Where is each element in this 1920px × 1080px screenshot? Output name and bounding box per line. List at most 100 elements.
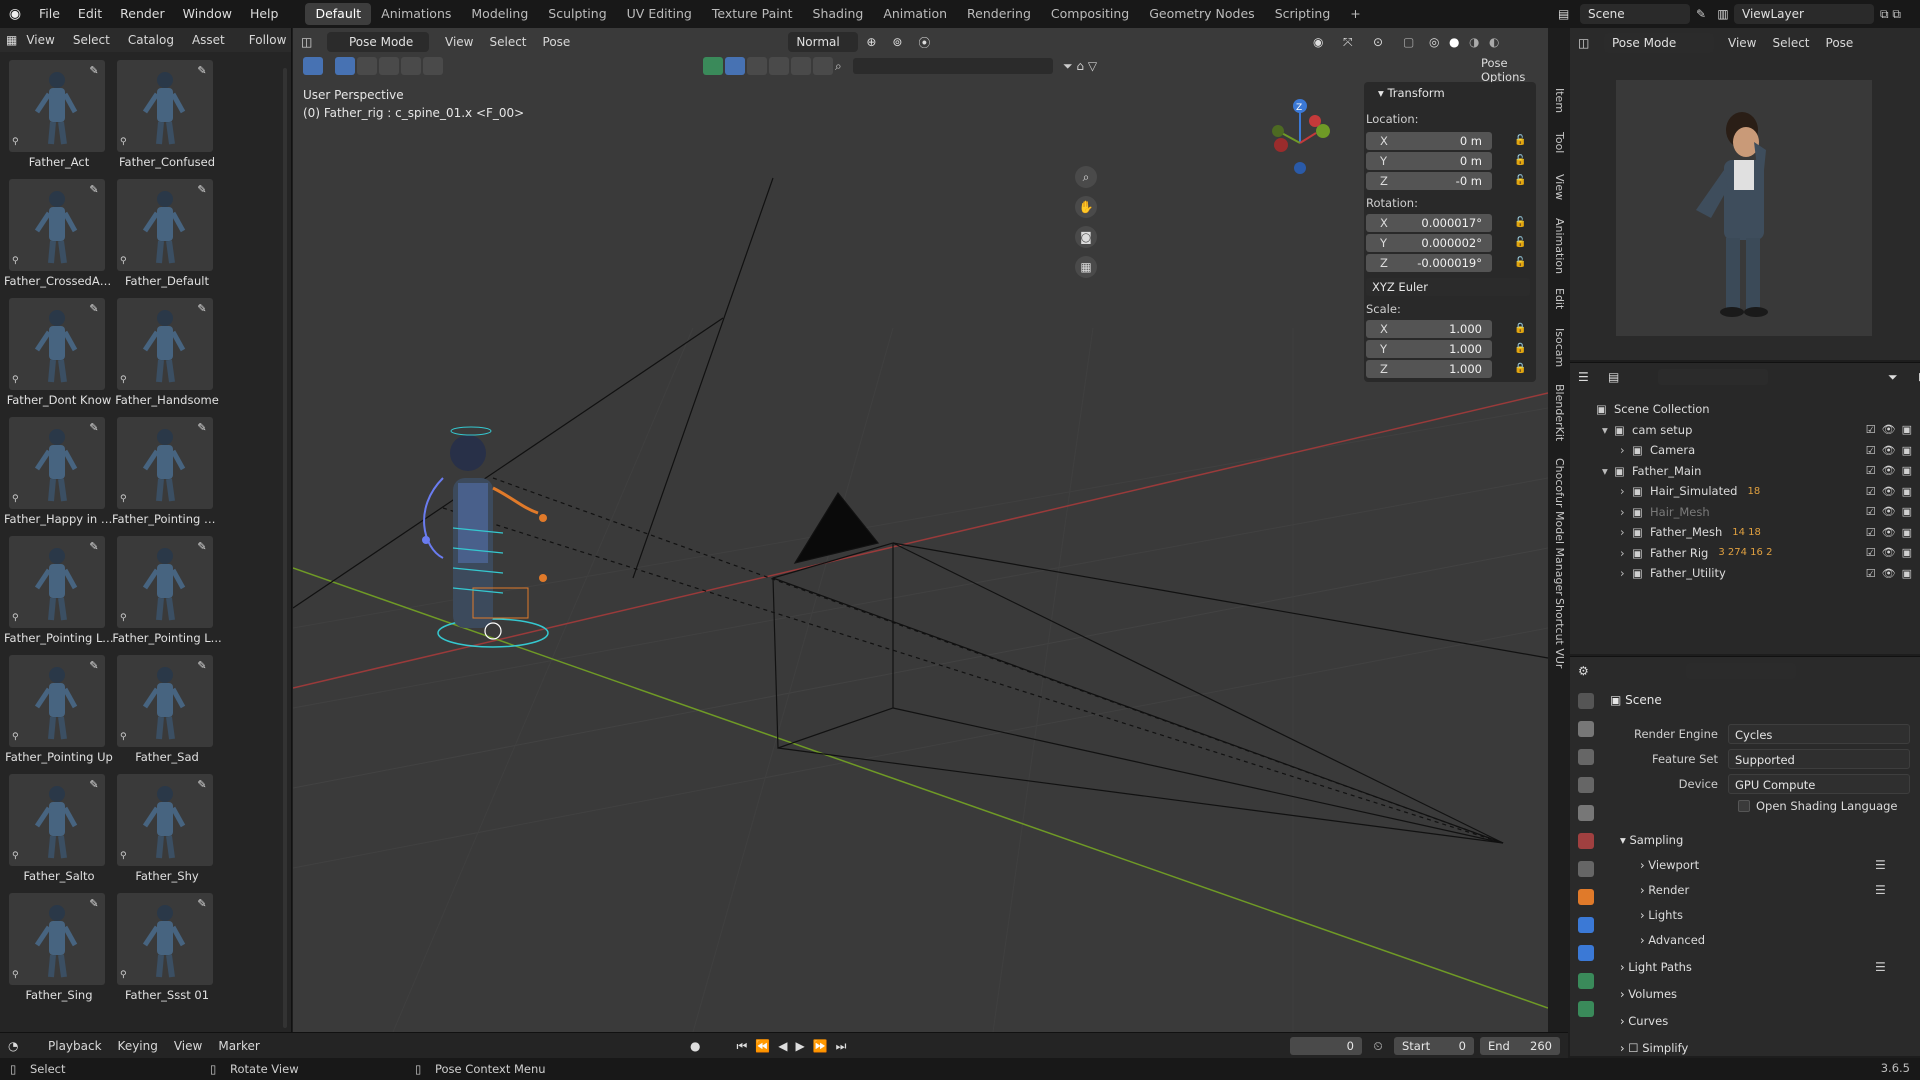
sidebar-tab-tool[interactable]: Tool (1548, 132, 1566, 153)
sampling-render-subpanel[interactable]: › Render (1640, 883, 1689, 897)
asset-card[interactable]: ✎ ⚲ Father_Sing (4, 891, 108, 1009)
visibility-icon[interactable]: ◉ (1313, 35, 1343, 49)
right-menu-select[interactable]: Select (1764, 36, 1817, 50)
follow-button[interactable]: Follow (240, 33, 296, 47)
world-tab-icon[interactable] (1578, 833, 1594, 849)
visibility-eye-icon[interactable]: 👁 (1882, 464, 1896, 477)
select-mode-new-icon[interactable] (335, 57, 355, 75)
scale-z-field[interactable]: Z 1.000 (1366, 360, 1492, 378)
select-mode-invert-icon[interactable] (401, 57, 421, 75)
properties-search-input[interactable] (1686, 663, 1796, 679)
asset-card[interactable]: ✎ ⚲ Father_Pointing D... (112, 415, 222, 533)
asset-card[interactable]: ✎ ⚲ Father_Shy (112, 772, 216, 890)
location-x-field[interactable]: X0 m (1366, 132, 1492, 150)
sidebar-tab-item[interactable]: Item (1548, 88, 1566, 113)
bone-tab-icon[interactable] (1578, 1001, 1594, 1017)
menu-window[interactable]: Window (174, 0, 241, 28)
render-camera-icon[interactable]: ▣ (1902, 567, 1912, 580)
view-layer-icon[interactable]: ▥ (1712, 7, 1734, 21)
scale-x-field[interactable]: X 1.000 (1366, 320, 1492, 338)
rotation-mode-dropdown[interactable]: XYZ Euler (1366, 278, 1530, 296)
edit-pencil-icon[interactable]: ✎ (87, 302, 101, 316)
render-camera-icon[interactable]: ▣ (1902, 526, 1912, 539)
filter-icon[interactable]: ⏷ ⌂ ▽ (1063, 59, 1123, 74)
render-camera-icon[interactable]: ▣ (1902, 444, 1912, 457)
asset-menu-view[interactable]: View (17, 33, 63, 47)
editor-type-icon[interactable]: ▦ (6, 33, 17, 47)
asset-menu-catalog[interactable]: Catalog (119, 33, 183, 47)
ortho-toggle-icon[interactable]: ▦ (1075, 256, 1097, 278)
workspace-tab-uv-editing[interactable]: UV Editing (617, 3, 702, 25)
workspace-tab-default[interactable]: Default (305, 3, 372, 25)
pivot-icon[interactable]: ⊕ (866, 35, 892, 49)
outliner-row[interactable]: › ▣ Father_Utility ☑ 👁 ▣ (1570, 563, 1920, 583)
view-layer-menu-icon[interactable]: ⧉ ⧉ (1880, 7, 1920, 22)
view-layer-tab-icon[interactable] (1578, 777, 1594, 793)
location-y-field[interactable]: Y0 m (1366, 152, 1492, 170)
view-layer-selector[interactable]: ViewLayer (1734, 4, 1874, 24)
shading-solid-icon[interactable]: ● (1449, 35, 1469, 49)
expand-toggle-icon[interactable]: › (1620, 443, 1632, 457)
asset-card[interactable]: ✎ ⚲ Father_Pointing Up (4, 653, 113, 771)
menu-help[interactable]: Help (241, 0, 288, 28)
object-tab-icon[interactable] (1578, 889, 1594, 905)
workspace-tab-scripting[interactable]: Scripting (1265, 3, 1341, 25)
feature-set-dropdown[interactable]: Supported (1728, 749, 1910, 769)
volumes-panel-header[interactable]: › Volumes (1620, 987, 1677, 1001)
auto-keying-icon[interactable]: ● (690, 1039, 700, 1053)
preset-list-icon[interactable]: ☰ (1875, 883, 1886, 897)
edit-pencil-icon[interactable]: ✎ (87, 659, 101, 673)
workspace-tab-animation[interactable]: Animation (873, 3, 957, 25)
keying-set-icon[interactable] (703, 57, 723, 75)
viewport-menu-pose[interactable]: Pose (535, 35, 579, 49)
rotation-y-field[interactable]: Y 0.000002° (1366, 234, 1492, 252)
3d-viewport[interactable]: Z ◫ Pose Mode View Select Pose Normal ⊕ … (293, 28, 1548, 1032)
lock-rotation-z-icon[interactable]: 🔓 (1514, 257, 1526, 269)
timeline-menu-view[interactable]: View (166, 1039, 210, 1053)
asset-card[interactable]: ✎ ⚲ Father_Dont Know (4, 296, 111, 414)
render-tab-icon[interactable] (1578, 721, 1594, 737)
edit-pencil-icon[interactable]: ✎ (87, 778, 101, 792)
sampling-advanced-subpanel[interactable]: › Advanced (1640, 933, 1705, 947)
transform-orientation-dropdown[interactable]: Normal (788, 32, 859, 52)
asset-card[interactable]: ✎ ⚲ Father_Handsome (112, 296, 219, 414)
lock-rotation-y-icon[interactable]: 🔓 (1514, 237, 1526, 249)
editor-type-icon[interactable]: ◔ (8, 1039, 40, 1053)
shading-rendered-icon[interactable]: ◐ (1489, 35, 1509, 49)
device-dropdown[interactable]: GPU Compute (1728, 774, 1910, 794)
constraint-tab-icon[interactable] (1578, 945, 1594, 961)
workspace-tab-geometry-nodes[interactable]: Geometry Nodes (1139, 3, 1264, 25)
menu-file[interactable]: File (30, 0, 69, 28)
exclude-checkbox-icon[interactable]: ☑ (1866, 444, 1876, 457)
modifier-tab-icon[interactable] (1578, 917, 1594, 933)
render-camera-icon[interactable]: ▣ (1902, 485, 1912, 498)
output-tab-icon[interactable] (1578, 749, 1594, 765)
asset-card[interactable]: ✎ ⚲ Father_CrossedArm (4, 177, 114, 295)
edit-pencil-icon[interactable]: ✎ (87, 897, 101, 911)
exclude-checkbox-icon[interactable]: ☑ (1866, 567, 1876, 580)
edit-pencil-icon[interactable]: ✎ (195, 183, 209, 197)
edit-pencil-icon[interactable]: ✎ (195, 421, 209, 435)
sidebar-tab-shortcut-vur[interactable]: Shortcut VUr (1548, 598, 1566, 668)
character-preview[interactable] (1616, 80, 1872, 336)
visibility-eye-icon[interactable]: 👁 (1882, 423, 1896, 436)
asset-card[interactable]: ✎ ⚲ Father_Pointing L... (112, 534, 222, 652)
scene-tab-icon[interactable] (1578, 805, 1594, 821)
expand-toggle-icon[interactable]: › (1620, 566, 1632, 580)
asset-card[interactable]: ✎ ⚲ Father_Sad (112, 653, 216, 771)
menu-render[interactable]: Render (111, 0, 174, 28)
collection-tab-icon[interactable] (1578, 861, 1594, 877)
edit-pencil-icon[interactable]: ✎ (87, 540, 101, 554)
pose-options-dropdown[interactable]: Pose Options (1481, 56, 1548, 84)
lock-location-y-icon[interactable]: 🔓 (1514, 155, 1526, 167)
frame-clock-icon[interactable]: ⏲ (1368, 1039, 1388, 1054)
outliner-row[interactable]: ▣ Scene Collection (1570, 399, 1920, 419)
sampling-lights-subpanel[interactable]: › Lights (1640, 908, 1683, 922)
proportional-edit-icon[interactable]: ⦿ (918, 34, 944, 51)
lock-scale-x-icon[interactable]: 🔒 (1514, 323, 1526, 335)
asset-card[interactable]: ✎ ⚲ Father_Pointing Left (4, 534, 114, 652)
visibility-eye-icon[interactable]: 👁 (1882, 546, 1896, 559)
pose-search-input[interactable] (853, 58, 1053, 74)
right-menu-view[interactable]: View (1720, 36, 1764, 50)
workspace-tab-texture-paint[interactable]: Texture Paint (702, 3, 803, 25)
